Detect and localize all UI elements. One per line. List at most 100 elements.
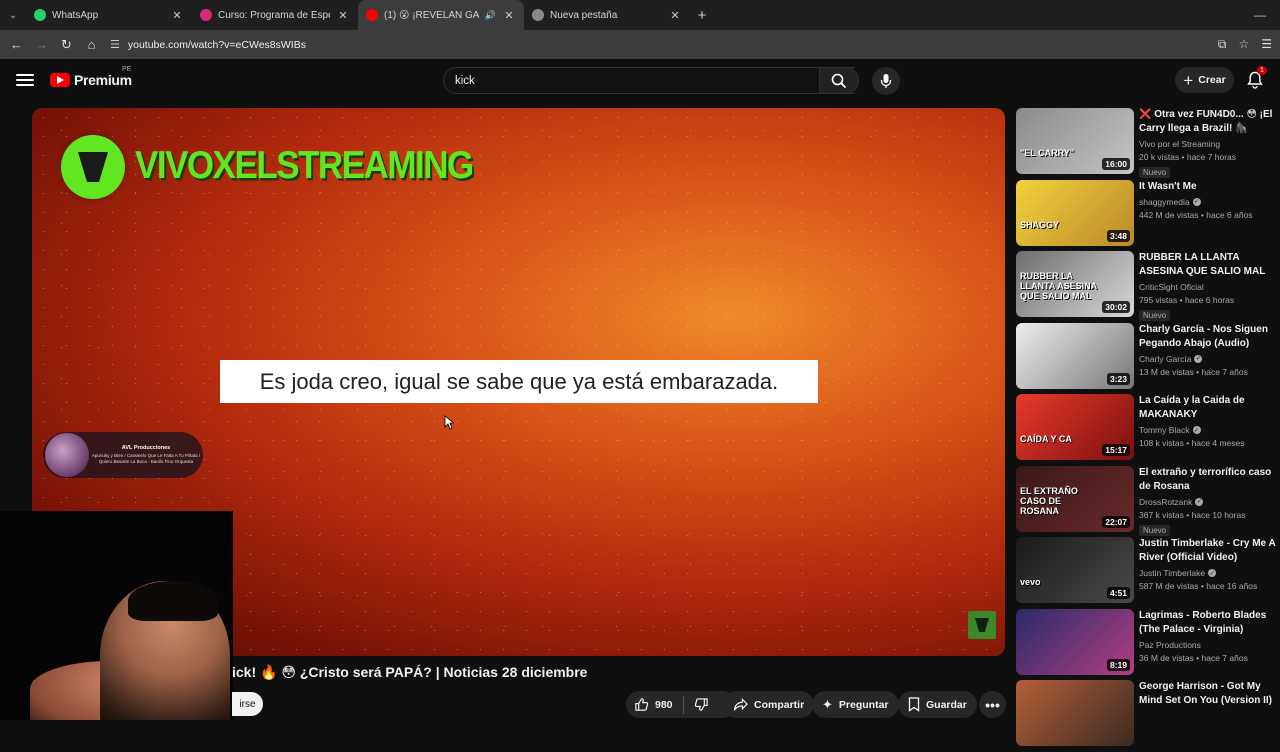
menu-hamburger-icon[interactable] — [16, 74, 34, 86]
notifications-button[interactable]: 1 — [1247, 66, 1267, 89]
recommendation-item[interactable]: CAÍDA Y CA 15:17 La Caída y la Caida de MA… — [1016, 394, 1280, 466]
browser-tab[interactable]: Curso: Programa de Especializa ✕ — [192, 0, 358, 30]
recommendation-channel[interactable]: CriticSight Oficial — [1139, 282, 1280, 292]
browser-tab[interactable]: Nueva pestaña ✕ — [524, 0, 690, 30]
minimize-window-icon[interactable]: — — [1254, 8, 1266, 22]
ask-label: Preguntar — [838, 698, 889, 711]
more-dots-icon: ••• — [985, 696, 1000, 713]
tab-favicon-icon — [34, 9, 46, 21]
recommendation-title[interactable]: Justin Timberlake - Cry Me A River (Offi… — [1139, 537, 1280, 565]
youtube-premium-logo[interactable]: Premium PE — [50, 66, 132, 88]
recommendation-thumbnail[interactable] — [1016, 680, 1134, 746]
bookmark-star-icon[interactable]: ☆ — [1238, 37, 1249, 52]
logo-text: Premium — [74, 72, 132, 88]
recommendation-thumbnail[interactable]: 8:19 — [1016, 608, 1134, 675]
recommendation-channel[interactable]: Charly García ✓ — [1139, 354, 1280, 364]
recommendation-thumbnail[interactable]: "EL CARRY" 16:00 — [1016, 108, 1134, 174]
recommendation-title[interactable]: El extraño y terrorífico caso de Rosana — [1139, 466, 1280, 494]
browser-tab[interactable]: (1) 😮 ¡REVELAN GANANCI 🔊 ✕ — [358, 0, 524, 30]
verified-check-icon: ✓ — [1208, 569, 1217, 577]
forward-arrow-icon[interactable]: → — [29, 37, 54, 52]
share-button[interactable]: Compartir — [723, 691, 815, 718]
tab-audio-icon[interactable]: 🔊 — [485, 10, 496, 21]
thumbnail-text: vevo — [1020, 577, 1041, 587]
create-label: Crear — [1198, 74, 1226, 86]
recommendation-stats: 20 k vistas • hace 7 horas — [1139, 152, 1236, 162]
recommendation-item[interactable]: EL EXTRAÑO CASO DE ROSANA 22:07 El extraño… — [1016, 465, 1280, 538]
music-card-avatar — [45, 433, 89, 477]
recommendation-thumbnail[interactable]: RUBBER LA LLANTA ASESINA QUE SALIO MAL 30… — [1016, 251, 1134, 317]
browser-tab[interactable]: WhatsApp ✕ — [26, 0, 192, 30]
recommendation-item[interactable]: 8:19 Lagrimas - Roberto Blades (The Palac… — [1016, 608, 1280, 681]
recommendation-stats: 367 k vistas • hace 10 horas — [1139, 509, 1246, 520]
recommendation-channel[interactable]: Paz Productions — [1139, 640, 1280, 650]
site-info-icon[interactable]: ☰ — [110, 38, 120, 51]
dislike-button[interactable] — [694, 697, 709, 712]
recommendation-thumbnail[interactable]: 3:23 — [1016, 322, 1134, 389]
recommendation-item[interactable]: "EL CARRY" 16:00 ❌ Otra vez FUN4D0... 😳 ¡E… — [1016, 108, 1280, 180]
recommendation-title[interactable]: La Caída y la Caida de MAKANAKY — [1139, 394, 1280, 422]
recommendation-channel[interactable]: DrossRotzank ✓ — [1139, 497, 1280, 507]
search-button[interactable] — [819, 67, 859, 94]
url-field[interactable]: ☰ youtube.com/watch?v=eCWes8sWIBs — [110, 33, 1180, 57]
recommendation-channel[interactable]: Tommy Black ✓ — [1139, 425, 1280, 435]
recommendation-item[interactable]: RUBBER LA LLANTA ASESINA QUE SALIO MAL 30… — [1016, 251, 1280, 323]
close-tab-icon[interactable]: ✕ — [170, 9, 184, 22]
install-app-icon[interactable]: ⧉ — [1218, 37, 1227, 52]
recommendation-thumbnail[interactable]: SHAGGY 3:48 — [1016, 179, 1134, 246]
recommendation-channel[interactable]: shaggymedia ✓ — [1139, 197, 1280, 207]
recommendation-title[interactable]: RUBBER LA LLANTA ASESINA QUE SALIO MAL R… — [1139, 251, 1280, 279]
channel-name: Paz Productions — [1139, 639, 1201, 650]
recommendation-stats: 108 k vistas • hace 4 meses — [1139, 438, 1245, 448]
save-button[interactable]: Guardar — [898, 691, 977, 718]
like-button[interactable]: 980 — [634, 697, 673, 712]
recommendation-thumbnail[interactable]: EL EXTRAÑO CASO DE ROSANA 22:07 — [1016, 465, 1134, 532]
recommendation-item[interactable]: vevo 4:51 Justin Timberlake - Cry Me A Riv… — [1016, 537, 1280, 609]
tab-title: (1) 😮 ¡REVELAN GANANCI — [384, 9, 479, 21]
verified-check-icon: ✓ — [1194, 354, 1203, 363]
new-badge: Nuevo — [1139, 310, 1171, 321]
recommendation-title[interactable]: George Harrison - Got My Mind Set On You… — [1139, 680, 1280, 708]
channel-name: Charly García — [1139, 353, 1192, 364]
recommendation-title[interactable]: ❌ Otra vez FUN4D0... 😳 ¡El Carry llega a… — [1139, 108, 1280, 136]
recommendation-stats: 587 M de vistas • hace 16 años — [1139, 581, 1258, 591]
tab-search-chevron-icon[interactable]: ⌄ — [0, 0, 26, 30]
video-subtitle-caption: Es joda creo, igual se sabe que ya está … — [220, 360, 818, 403]
recommendation-item[interactable]: George Harrison - Got My Mind Set On You… — [1016, 680, 1280, 752]
close-tab-icon[interactable]: ✕ — [668, 9, 682, 22]
subscribe-button[interactable]: irse — [232, 692, 263, 716]
music-card-text: Apunuky y Bien / Caramelo Que Le Falta A… — [91, 453, 201, 464]
back-arrow-icon[interactable]: ← — [4, 37, 29, 52]
subscribe-label: irse — [239, 698, 256, 710]
duration-badge: 16:00 — [1102, 158, 1130, 170]
ask-button[interactable]: ✦ Preguntar — [812, 691, 899, 718]
channel-name: Justin Timberlake — [1139, 568, 1206, 578]
channel-name: CriticSight Oficial — [1139, 282, 1204, 292]
recommendation-channel[interactable]: Justin Timberlake ✓ — [1139, 568, 1280, 578]
reload-icon[interactable]: ↻ — [54, 37, 79, 53]
side-panel-icon[interactable]: ☰ — [1261, 37, 1272, 52]
duration-badge: 15:17 — [1102, 444, 1130, 456]
new-tab-button[interactable]: + — [690, 7, 714, 24]
recommendation-channel[interactable]: Vivo por el Streaming — [1139, 139, 1280, 149]
recommendation-stats: 36 M de vistas • hace 7 años — [1139, 652, 1248, 663]
webcam-overlay — [0, 511, 233, 720]
recommendation-thumbnail[interactable]: vevo 4:51 — [1016, 537, 1134, 603]
tab-title: WhatsApp — [52, 9, 99, 21]
close-tab-icon[interactable]: ✕ — [502, 9, 516, 22]
recommendation-thumbnail[interactable]: CAÍDA Y CA 15:17 — [1016, 394, 1134, 460]
search-icon — [831, 73, 847, 88]
more-actions-button[interactable]: ••• — [979, 691, 1006, 718]
home-icon[interactable]: ⌂ — [79, 37, 104, 52]
recommendation-item[interactable]: SHAGGY 3:48 It Wasn't Me shaggymedia ✓ 442 M … — [1016, 179, 1280, 252]
channel-watermark[interactable] — [968, 611, 996, 639]
search-input[interactable]: kick ✕ — [443, 67, 855, 94]
recommendation-title[interactable]: It Wasn't Me — [1139, 180, 1280, 194]
voice-search-button[interactable] — [872, 67, 900, 95]
close-tab-icon[interactable]: ✕ — [336, 9, 350, 22]
recommendation-item[interactable]: 3:23 Charly García - Nos Siguen Pegando A… — [1016, 322, 1280, 395]
recommendation-title[interactable]: Charly García - Nos Siguen Pegando Abajo… — [1139, 323, 1280, 351]
create-button[interactable]: + Crear — [1175, 67, 1234, 93]
duration-badge: 4:51 — [1106, 587, 1130, 599]
recommendation-title[interactable]: Lagrimas - Roberto Blades (The Palace - … — [1139, 609, 1280, 637]
